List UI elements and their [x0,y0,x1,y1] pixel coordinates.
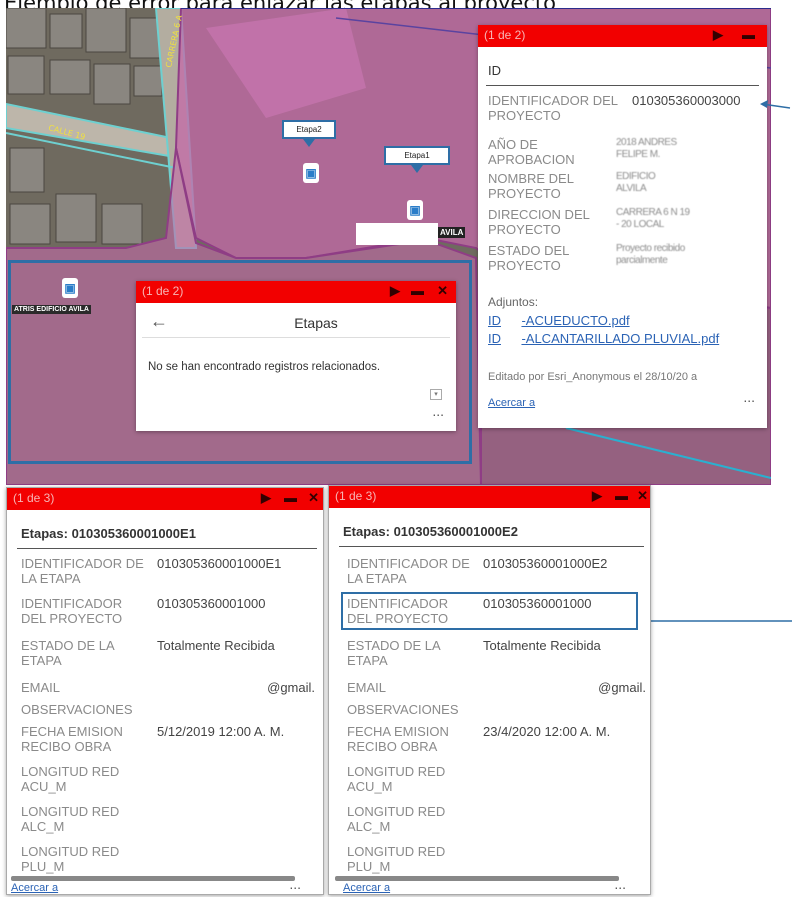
field-value: 010305360001000 [157,596,266,611]
field-label: IDENTIFICADOR DE LA ETAPA [347,556,470,586]
field-label: LONGITUD RED ACU_M [347,764,446,794]
divider [17,548,317,549]
zoom-to-link[interactable]: Acercar a [343,882,390,894]
field-value: Totalmente Recibida [157,638,275,653]
field-label: OBSERVACIONES [347,702,459,717]
field-label: FECHA EMISION RECIBO OBRA [21,724,123,754]
field-value: 010305360001000E1 [157,556,282,571]
field-label: LONGITUD RED PLU_M [21,844,120,874]
stage1-panel: (1 de 3) ▶ ▬ ✕ Etapas: 010305360001000E1… [6,487,324,895]
field-label: EMAIL [347,680,387,695]
field-label: LONGITUD RED ALC_M [347,804,446,834]
field-label: FECHA EMISION RECIBO OBRA [347,724,449,754]
field-label: ESTADO DE LA ETAPA [21,638,114,668]
popup-counter: (1 de 3) [13,491,55,505]
more-options-icon[interactable]: ... [289,876,301,892]
field-label: ESTADO DE LA ETAPA [347,638,440,668]
popup-header: (1 de 3) ▶ ▬ ✕ [7,488,323,510]
field-value: 23/4/2020 12:00 A. M. [483,724,611,739]
field-value: 010305360001000E2 [483,556,608,571]
field-label: EMAIL [21,680,61,695]
field-label: IDENTIFICADOR DEL PROYECTO [21,596,123,626]
stage-title: Etapas: 010305360001000E1 [21,526,196,541]
field-label: OBSERVACIONES [21,702,133,717]
field-label: LONGITUD RED PLU_M [347,844,446,874]
field-value: Totalmente Recibida [483,638,601,653]
more-options-icon[interactable]: ... [614,876,626,892]
field-label: LONGITUD RED ALC_M [21,804,120,834]
zoom-to-link[interactable]: Acercar a [11,882,58,894]
field-label: IDENTIFICADOR DE LA ETAPA [21,556,144,586]
close-icon[interactable]: ✕ [637,488,648,504]
highlight-box [341,592,638,630]
next-icon[interactable]: ▶ [261,490,271,506]
maximize-icon[interactable]: ▬ [615,488,628,503]
maximize-icon[interactable]: ▬ [284,490,297,505]
field-value: @gmail. [267,680,315,695]
horizontal-scrollbar[interactable] [335,876,619,881]
popup-counter: (1 de 3) [335,489,377,503]
stage-title: Etapas: 010305360001000E2 [343,524,518,539]
field-value: 5/12/2019 12:00 A. M. [157,724,285,739]
stage2-panel: (1 de 3) ▶ ▬ ✕ Etapas: 010305360001000E2… [328,485,651,895]
field-value: @gmail. [598,680,646,695]
close-icon[interactable]: ✕ [308,490,319,506]
divider [339,546,644,547]
field-label: LONGITUD RED ACU_M [21,764,120,794]
horizontal-scrollbar[interactable] [11,876,295,881]
popup-header: (1 de 3) ▶ ▬ ✕ [329,486,650,508]
next-icon[interactable]: ▶ [592,488,602,504]
